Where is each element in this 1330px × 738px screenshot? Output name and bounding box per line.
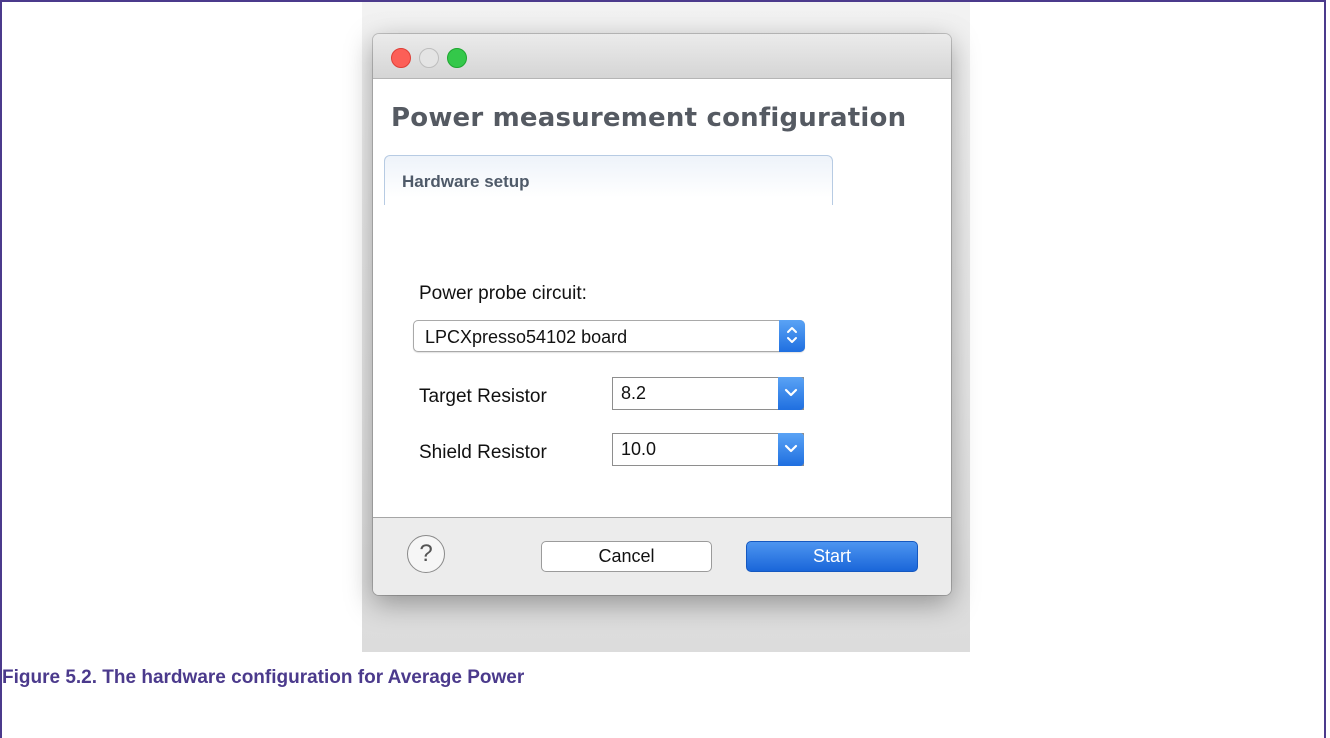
- chevron-down-icon[interactable]: [778, 377, 804, 410]
- target-resistor-value: 8.2: [621, 383, 647, 403]
- zoom-icon[interactable]: [447, 48, 467, 68]
- dialog-title: Power measurement configuration: [391, 103, 907, 133]
- tab-content: Hardware setup Power probe circuit: LPCX…: [373, 149, 951, 517]
- target-resistor-label: Target Resistor: [419, 386, 547, 407]
- probe-circuit-label: Power probe circuit:: [419, 283, 587, 304]
- updown-chevron-icon: [779, 320, 805, 352]
- start-button[interactable]: Start: [746, 541, 918, 572]
- shield-resistor-value: 10.0: [621, 439, 657, 459]
- probe-circuit-select[interactable]: LPCXpresso54102 board: [413, 320, 805, 352]
- dialog-window: Power measurement configuration Hardware…: [373, 34, 951, 595]
- target-resistor-combo[interactable]: 8.2: [612, 377, 804, 410]
- dialog-header: Power measurement configuration: [373, 79, 951, 149]
- title-bar: [373, 34, 951, 79]
- cancel-button[interactable]: Cancel: [541, 541, 712, 572]
- help-icon[interactable]: ?: [407, 535, 445, 573]
- figure-caption: Figure 5.2. The hardware configuration f…: [2, 667, 525, 688]
- minimize-icon[interactable]: [419, 48, 439, 68]
- dialog-footer: ? Cancel Start: [373, 518, 951, 595]
- tab-hardware-setup[interactable]: Hardware setup: [384, 155, 833, 205]
- tab-label: Hardware setup: [402, 172, 530, 191]
- shield-resistor-combo[interactable]: 10.0: [612, 433, 804, 466]
- close-icon[interactable]: [391, 48, 411, 68]
- chevron-down-icon[interactable]: [778, 433, 804, 466]
- shield-resistor-label: Shield Resistor: [419, 442, 547, 463]
- probe-circuit-value: LPCXpresso54102 board: [425, 327, 628, 347]
